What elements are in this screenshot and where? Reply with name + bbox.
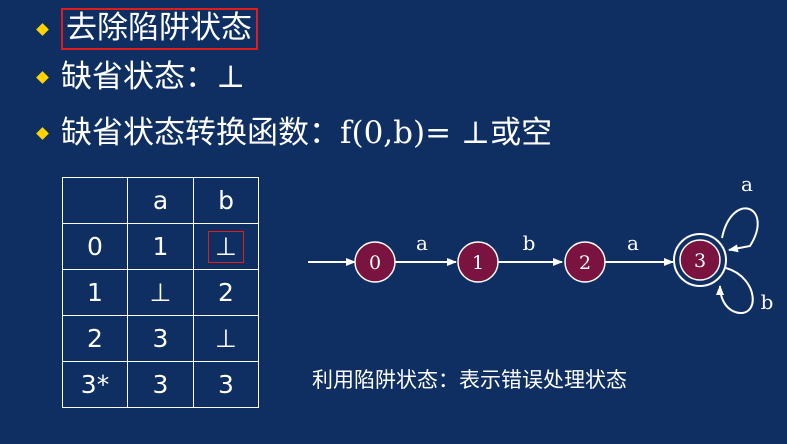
table-header-cell: b [193, 177, 259, 224]
accepting-state-node: 3 [673, 233, 727, 287]
state-node: 2 [564, 241, 606, 283]
table-row: 1 ⊥ 2 [62, 269, 259, 316]
table-cell: 3 [193, 361, 259, 408]
edge-label: a [416, 231, 428, 255]
table-header-row: a b [62, 177, 259, 224]
caption: 利用陷阱状态：表示错误处理状态 [312, 368, 627, 392]
bullet-diamond-icon [36, 127, 49, 140]
bullet-1-text: 去除陷阱状态 [61, 8, 258, 50]
state-label: 2 [579, 252, 591, 274]
table-cell: 2 [193, 269, 259, 316]
highlight-box: ⊥ [208, 230, 244, 263]
table-cell: 3 [127, 361, 194, 408]
state-label: 1 [472, 252, 484, 274]
table-cell: 1 [127, 223, 194, 270]
loop-label: a [741, 172, 753, 196]
table-cell: ⊥ [193, 315, 259, 362]
table-header-cell: a [127, 177, 194, 224]
bullet-1: 去除陷阱状态 [36, 8, 258, 50]
bullet-3-text: 缺省状态转换函数：f(0,b)= ⊥或空 [61, 115, 553, 151]
table-cell-highlighted: ⊥ [193, 223, 259, 270]
bullet-diamond-icon [36, 22, 49, 36]
table-cell: 0 [62, 223, 128, 270]
table-cell: 3* [62, 361, 128, 408]
table-cell: 2 [62, 315, 128, 362]
edge-label: a [627, 231, 639, 255]
table-row: 2 3 ⊥ [62, 315, 259, 362]
table-row: 3* 3 3 [62, 361, 259, 408]
table-cell: 3 [127, 315, 194, 362]
loop-label: b [761, 290, 774, 314]
table-cell: ⊥ [127, 269, 194, 316]
table-row: 0 1 ⊥ [62, 223, 259, 270]
bullet-2-text: 缺省状态：⊥ [61, 59, 246, 95]
self-loop-a [721, 207, 759, 253]
state-label: 0 [369, 252, 381, 274]
edge-label: b [523, 231, 536, 255]
state-node: 1 [457, 241, 499, 283]
bullet-3: 缺省状态转换函数：f(0,b)= ⊥或空 [36, 115, 553, 151]
self-loop-b [716, 267, 754, 314]
table-header-cell [62, 177, 128, 224]
automaton-diagram: a b a 0 1 2 3 a b [308, 172, 774, 314]
state-label: 3 [694, 250, 706, 272]
bullet-diamond-icon [36, 71, 49, 84]
table-cell: 1 [62, 269, 128, 316]
transition-table: a b 0 1 ⊥ 1 ⊥ 2 2 3 ⊥ 3* 3 3 [62, 177, 259, 408]
state-node: 0 [354, 241, 396, 283]
bullet-2: 缺省状态：⊥ [36, 59, 246, 95]
